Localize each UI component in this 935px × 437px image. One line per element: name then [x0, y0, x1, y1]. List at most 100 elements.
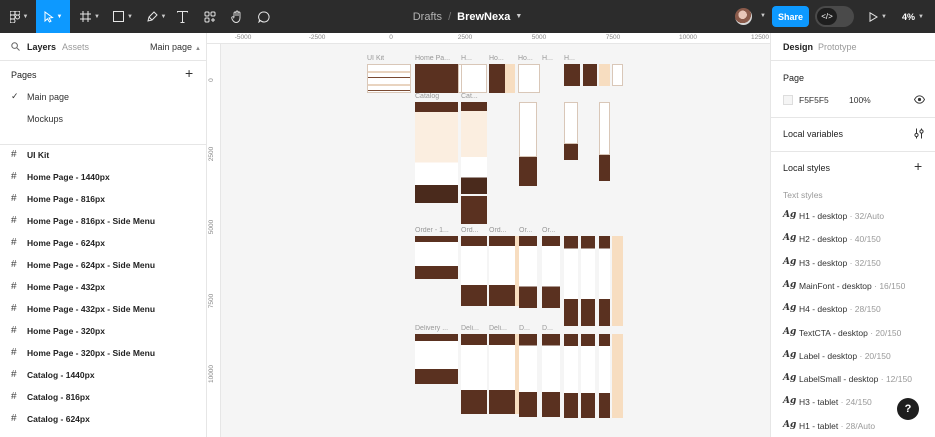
frame-catalog-1440[interactable]: [415, 102, 458, 203]
help-button[interactable]: ?: [897, 398, 919, 420]
frame-home-1440[interactable]: [415, 64, 458, 93]
layer-item[interactable]: # Home Page - 320px - Side Menu: [0, 342, 207, 364]
resources-button[interactable]: [200, 0, 220, 33]
frame-catalog-320[interactable]: [599, 102, 610, 155]
frame-catalog-816[interactable]: [461, 102, 487, 194]
hand-tool-button[interactable]: [227, 0, 247, 33]
layer-item[interactable]: # Home Page - 1440px: [0, 166, 207, 188]
shape-tool-button[interactable]: ▼: [108, 0, 138, 33]
frame-delivery-320[interactable]: [599, 334, 610, 418]
frame-order-1440[interactable]: [415, 236, 458, 279]
frame-label[interactable]: H...: [564, 55, 576, 62]
frame-label[interactable]: UI Kit: [367, 55, 407, 62]
page-opacity-value[interactable]: 100%: [849, 95, 871, 105]
text-style-item[interactable]: Ag TextCTA - desktop · 20/150: [771, 322, 935, 344]
main-menu-button[interactable]: ▼: [4, 0, 34, 33]
frame-home-320[interactable]: [599, 64, 610, 86]
file-name[interactable]: BrewNexa: [457, 11, 510, 23]
canvas[interactable]: -5000 -2500 0 2500 5000 7500 10000 12500…: [207, 33, 770, 437]
frame-catalog-624-footer[interactable]: [519, 157, 537, 186]
local-variables-link[interactable]: Local variables: [783, 129, 843, 139]
share-button[interactable]: Share: [772, 6, 809, 27]
present-button[interactable]: ▼: [866, 0, 890, 33]
tab-layers[interactable]: Layers: [27, 42, 56, 52]
tab-design[interactable]: Design: [783, 42, 813, 52]
comment-tool-button[interactable]: [254, 0, 274, 33]
frame-order-320-side[interactable]: [612, 236, 623, 326]
page-selector[interactable]: Main page ▲: [150, 42, 201, 52]
frame-ui-kit[interactable]: [367, 64, 411, 93]
page-item-main-page[interactable]: ✓ Main page: [0, 87, 207, 107]
frame-delivery-432[interactable]: [564, 334, 578, 418]
frame-order-320[interactable]: [599, 236, 610, 326]
frame-label[interactable]: H...: [461, 55, 477, 62]
page-color-swatch[interactable]: [783, 95, 793, 105]
chevron-down-icon[interactable]: ▼: [760, 13, 766, 19]
frame-label[interactable]: Deli...: [461, 325, 487, 332]
layer-item[interactable]: # Catalog - 1440px: [0, 364, 207, 386]
frame-label[interactable]: Or...: [519, 227, 539, 234]
frame-order-624-side[interactable]: [542, 236, 560, 308]
text-style-item[interactable]: Ag LabelSmall - desktop · 12/150: [771, 368, 935, 390]
tab-prototype[interactable]: Prototype: [818, 42, 857, 52]
search-icon[interactable]: [11, 42, 20, 51]
frame-label[interactable]: Or...: [542, 227, 560, 234]
frame-order-816-side[interactable]: [489, 236, 515, 306]
frame-delivery-624[interactable]: [519, 334, 537, 417]
frame-label[interactable]: Home Pa...: [415, 55, 459, 62]
layer-item[interactable]: # Catalog - 624px: [0, 408, 207, 430]
frame-catalog-816-footer[interactable]: [461, 196, 487, 224]
layer-item[interactable]: # Home Page - 624px - Side Menu: [0, 254, 207, 276]
frame-label[interactable]: Ord...: [489, 227, 515, 234]
frame-catalog-432[interactable]: [564, 102, 578, 144]
frame-label[interactable]: Catalog: [415, 93, 445, 100]
frame-label[interactable]: Ord...: [461, 227, 487, 234]
frame-home-432-side[interactable]: [583, 64, 597, 86]
frame-catalog-320-footer[interactable]: [599, 155, 610, 181]
frame-label[interactable]: Order - 1...: [415, 227, 459, 234]
frame-delivery-816[interactable]: [461, 334, 487, 414]
breadcrumb-drafts-link[interactable]: Drafts: [413, 11, 442, 23]
avatar[interactable]: [735, 8, 752, 25]
text-style-item[interactable]: Ag H3 - desktop · 32/150: [771, 252, 935, 274]
text-style-item[interactable]: Ag MainFont - desktop · 16/150: [771, 275, 935, 297]
frame-order-816[interactable]: [461, 236, 487, 306]
frame-label[interactable]: H...: [542, 55, 554, 62]
frame-home-816[interactable]: [461, 64, 487, 93]
text-style-item[interactable]: Ag H1 - desktop · 32/Auto: [771, 205, 935, 227]
frame-label[interactable]: Ho...: [518, 55, 536, 62]
frame-catalog-432-footer[interactable]: [564, 144, 578, 160]
page-color-value[interactable]: F5F5F5: [799, 95, 829, 105]
frame-delivery-432-side[interactable]: [581, 334, 595, 418]
text-style-item[interactable]: Ag H2 - desktop · 40/150: [771, 228, 935, 250]
layer-item[interactable]: # Catalog - 816px: [0, 386, 207, 408]
layer-item[interactable]: # Home Page - 816px - Side Menu: [0, 210, 207, 232]
add-style-icon[interactable]: +: [914, 159, 922, 173]
frame-order-432[interactable]: [564, 236, 578, 326]
page-item-mockups[interactable]: Mockups: [0, 109, 207, 129]
layer-item[interactable]: # Home Page - 432px - Side Menu: [0, 298, 207, 320]
zoom-level[interactable]: 4% ▼: [902, 0, 924, 33]
layer-item[interactable]: # Home Page - 432px: [0, 276, 207, 298]
frame-home-624-menu[interactable]: [505, 64, 515, 93]
add-page-icon[interactable]: +: [185, 66, 193, 80]
frame-catalog-624[interactable]: [519, 102, 537, 157]
frame-delivery-816-side[interactable]: [489, 334, 515, 414]
frame-home-320-side[interactable]: [612, 64, 623, 86]
layer-item[interactable]: # Home Page - 816px: [0, 188, 207, 210]
frame-label[interactable]: Cat...: [461, 93, 487, 100]
text-style-item[interactable]: Ag Label - desktop · 20/150: [771, 345, 935, 367]
tab-assets[interactable]: Assets: [62, 42, 89, 52]
frame-label[interactable]: D...: [542, 325, 556, 332]
frame-label[interactable]: Delivery ...: [415, 325, 459, 332]
text-tool-button[interactable]: [172, 0, 192, 33]
frame-order-624[interactable]: [519, 236, 537, 308]
frame-home-624-side[interactable]: [518, 64, 540, 93]
frame-label[interactable]: Deli...: [489, 325, 515, 332]
chevron-down-icon[interactable]: ▼: [515, 13, 522, 20]
dev-mode-toggle[interactable]: </>: [815, 6, 854, 27]
layer-item[interactable]: # Home Page - 624px: [0, 232, 207, 254]
frame-label[interactable]: Ho...: [489, 55, 509, 62]
frame-order-432-side[interactable]: [581, 236, 595, 326]
frame-home-432[interactable]: [564, 64, 580, 86]
